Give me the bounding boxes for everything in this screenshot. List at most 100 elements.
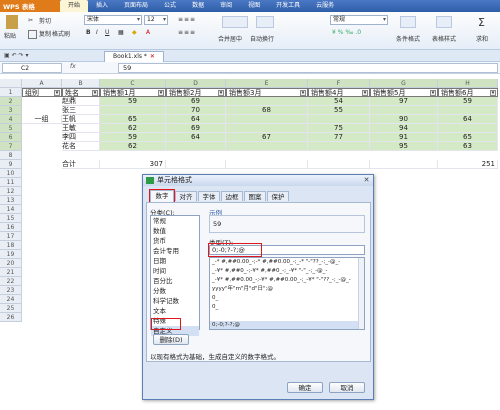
column-header-b[interactable]: B	[62, 79, 100, 88]
row-header[interactable]: 16	[0, 223, 22, 232]
row-header[interactable]: 7	[0, 142, 22, 151]
cell[interactable]: 97	[370, 97, 438, 106]
cell[interactable]: 91	[370, 133, 438, 142]
filter-dropdown-icon[interactable]: ▾	[54, 90, 60, 96]
cell[interactable]: 62	[100, 142, 166, 151]
cell[interactable]: 54	[308, 97, 370, 106]
category-item[interactable]: 科学记数	[151, 296, 199, 306]
cancel-button[interactable]: 取消	[329, 382, 365, 393]
dialog-title-bar[interactable]: 单元格格式 ✕	[143, 175, 373, 186]
row-header[interactable]: 21	[0, 268, 22, 277]
bold-button[interactable]: B	[86, 29, 91, 36]
column-header-c[interactable]: C	[100, 79, 166, 88]
app-menu-button[interactable]: WPS 表格	[0, 0, 60, 12]
format-code-item[interactable]: yyyy"年"m"月"d"日";@	[210, 285, 364, 294]
group-label-cell[interactable]: 一组	[22, 115, 62, 124]
row-header[interactable]: 17	[0, 232, 22, 241]
tab-home[interactable]: 开始	[60, 0, 89, 12]
cell[interactable]: 64	[166, 133, 226, 142]
category-item[interactable]: 货币	[151, 236, 199, 246]
category-item[interactable]: 会计专用	[151, 246, 199, 256]
row-header[interactable]: 20	[0, 259, 22, 268]
cell[interactable]: 65	[438, 133, 498, 142]
cell[interactable]: 63	[438, 142, 498, 151]
percent-icons[interactable]: ¥ % ‰ .0	[332, 29, 361, 36]
row-header[interactable]: 22	[0, 277, 22, 286]
row-header[interactable]: 23	[0, 286, 22, 295]
format-code-item[interactable]: 0;-0;?-?;@	[210, 321, 364, 329]
document-tab[interactable]: Book1.xls * ✕	[104, 51, 164, 62]
font-color-icon[interactable]: A	[146, 29, 150, 36]
row-header[interactable]: 5	[0, 124, 22, 133]
cell[interactable]: 67	[226, 133, 308, 142]
category-item[interactable]: 文本	[151, 306, 199, 316]
tab-pattern[interactable]: 图案	[244, 191, 266, 201]
row-header[interactable]: 1	[0, 88, 22, 97]
underline-button[interactable]: U	[105, 29, 109, 36]
header-cell[interactable]: 销售额4月 ▾	[308, 88, 370, 97]
cell[interactable]: 75	[308, 124, 370, 133]
header-cell[interactable]: 销售额2月 ▾	[166, 88, 226, 97]
cell[interactable]: 59	[438, 97, 498, 106]
filter-dropdown-icon[interactable]: ▾	[92, 90, 98, 96]
cell[interactable]: 59	[100, 133, 166, 142]
cell[interactable]: 59	[100, 97, 166, 106]
number-format-select[interactable]: 常规	[330, 15, 388, 25]
filter-dropdown-icon[interactable]: ▾	[490, 90, 496, 96]
cell[interactable]: 95	[370, 142, 438, 151]
cell[interactable]	[226, 97, 308, 106]
italic-button[interactable]: I	[96, 29, 98, 36]
copy-button[interactable]: 复制	[28, 29, 51, 39]
font-name-select[interactable]: 宋体	[84, 15, 142, 25]
border-icon[interactable]: ▦	[118, 29, 124, 36]
column-header-a[interactable]: A	[22, 79, 62, 88]
ok-button[interactable]: 确定	[287, 382, 323, 393]
category-item[interactable]: 常规	[151, 216, 199, 226]
cell[interactable]	[166, 160, 226, 169]
font-size-select[interactable]: 12	[144, 15, 168, 25]
filter-dropdown-icon[interactable]: ▾	[430, 90, 436, 96]
cell[interactable]	[226, 142, 308, 151]
cell[interactable]: 张三	[62, 106, 100, 115]
conditional-format-button[interactable]: 条件格式	[396, 34, 420, 43]
cell[interactable]: 251	[438, 160, 498, 169]
column-header-d[interactable]: D	[166, 79, 226, 88]
row-header[interactable]: 10	[0, 169, 22, 178]
category-item[interactable]: 日期	[151, 256, 199, 266]
cell[interactable]	[226, 115, 308, 124]
paste-button[interactable]: 粘贴	[4, 15, 20, 40]
cell[interactable]	[308, 142, 370, 151]
cell[interactable]	[370, 106, 438, 115]
row-header[interactable]: 6	[0, 133, 22, 142]
row-header[interactable]: 3	[0, 106, 22, 115]
tab-alignment[interactable]: 对齐	[175, 191, 197, 201]
cell[interactable]	[226, 124, 308, 133]
row-header[interactable]: 25	[0, 304, 22, 313]
row-header[interactable]: 18	[0, 241, 22, 250]
wrap-text-button[interactable]: 自动换行	[250, 34, 274, 43]
header-cell[interactable]: 销售额6月 ▾	[438, 88, 498, 97]
row-header[interactable]: 15	[0, 214, 22, 223]
header-cell[interactable]: 销售额3月 ▾	[226, 88, 308, 97]
align-top-icons[interactable]: ≡≡≡	[178, 16, 196, 23]
header-cell[interactable]: 姓名 ▾	[62, 88, 100, 97]
cell[interactable]: 合计	[62, 160, 100, 169]
row-header[interactable]: 8	[0, 151, 22, 160]
delete-button[interactable]: 删除(D)	[153, 334, 189, 345]
cell[interactable]: 65	[100, 115, 166, 124]
format-code-item[interactable]: _-* #,##0.00_-;-* #,##0.00_-;_-* "-"??_-…	[210, 258, 364, 267]
cell[interactable]	[438, 124, 498, 133]
select-all-corner[interactable]	[0, 79, 22, 88]
row-header[interactable]: 12	[0, 187, 22, 196]
row-header[interactable]: 2	[0, 97, 22, 106]
sum-icon[interactable]: Σ	[478, 16, 485, 29]
fx-icon[interactable]: fx	[70, 63, 76, 70]
category-item[interactable]: 百分比	[151, 276, 199, 286]
cell[interactable]: 307	[100, 160, 166, 169]
merge-center-button[interactable]: 合并居中	[218, 34, 242, 43]
tab-view[interactable]: 视图	[240, 0, 268, 12]
filter-dropdown-icon[interactable]: ▾	[218, 90, 224, 96]
filter-dropdown-icon[interactable]: ▾	[362, 90, 368, 96]
cell[interactable]	[100, 106, 166, 115]
cell[interactable]	[166, 142, 226, 151]
